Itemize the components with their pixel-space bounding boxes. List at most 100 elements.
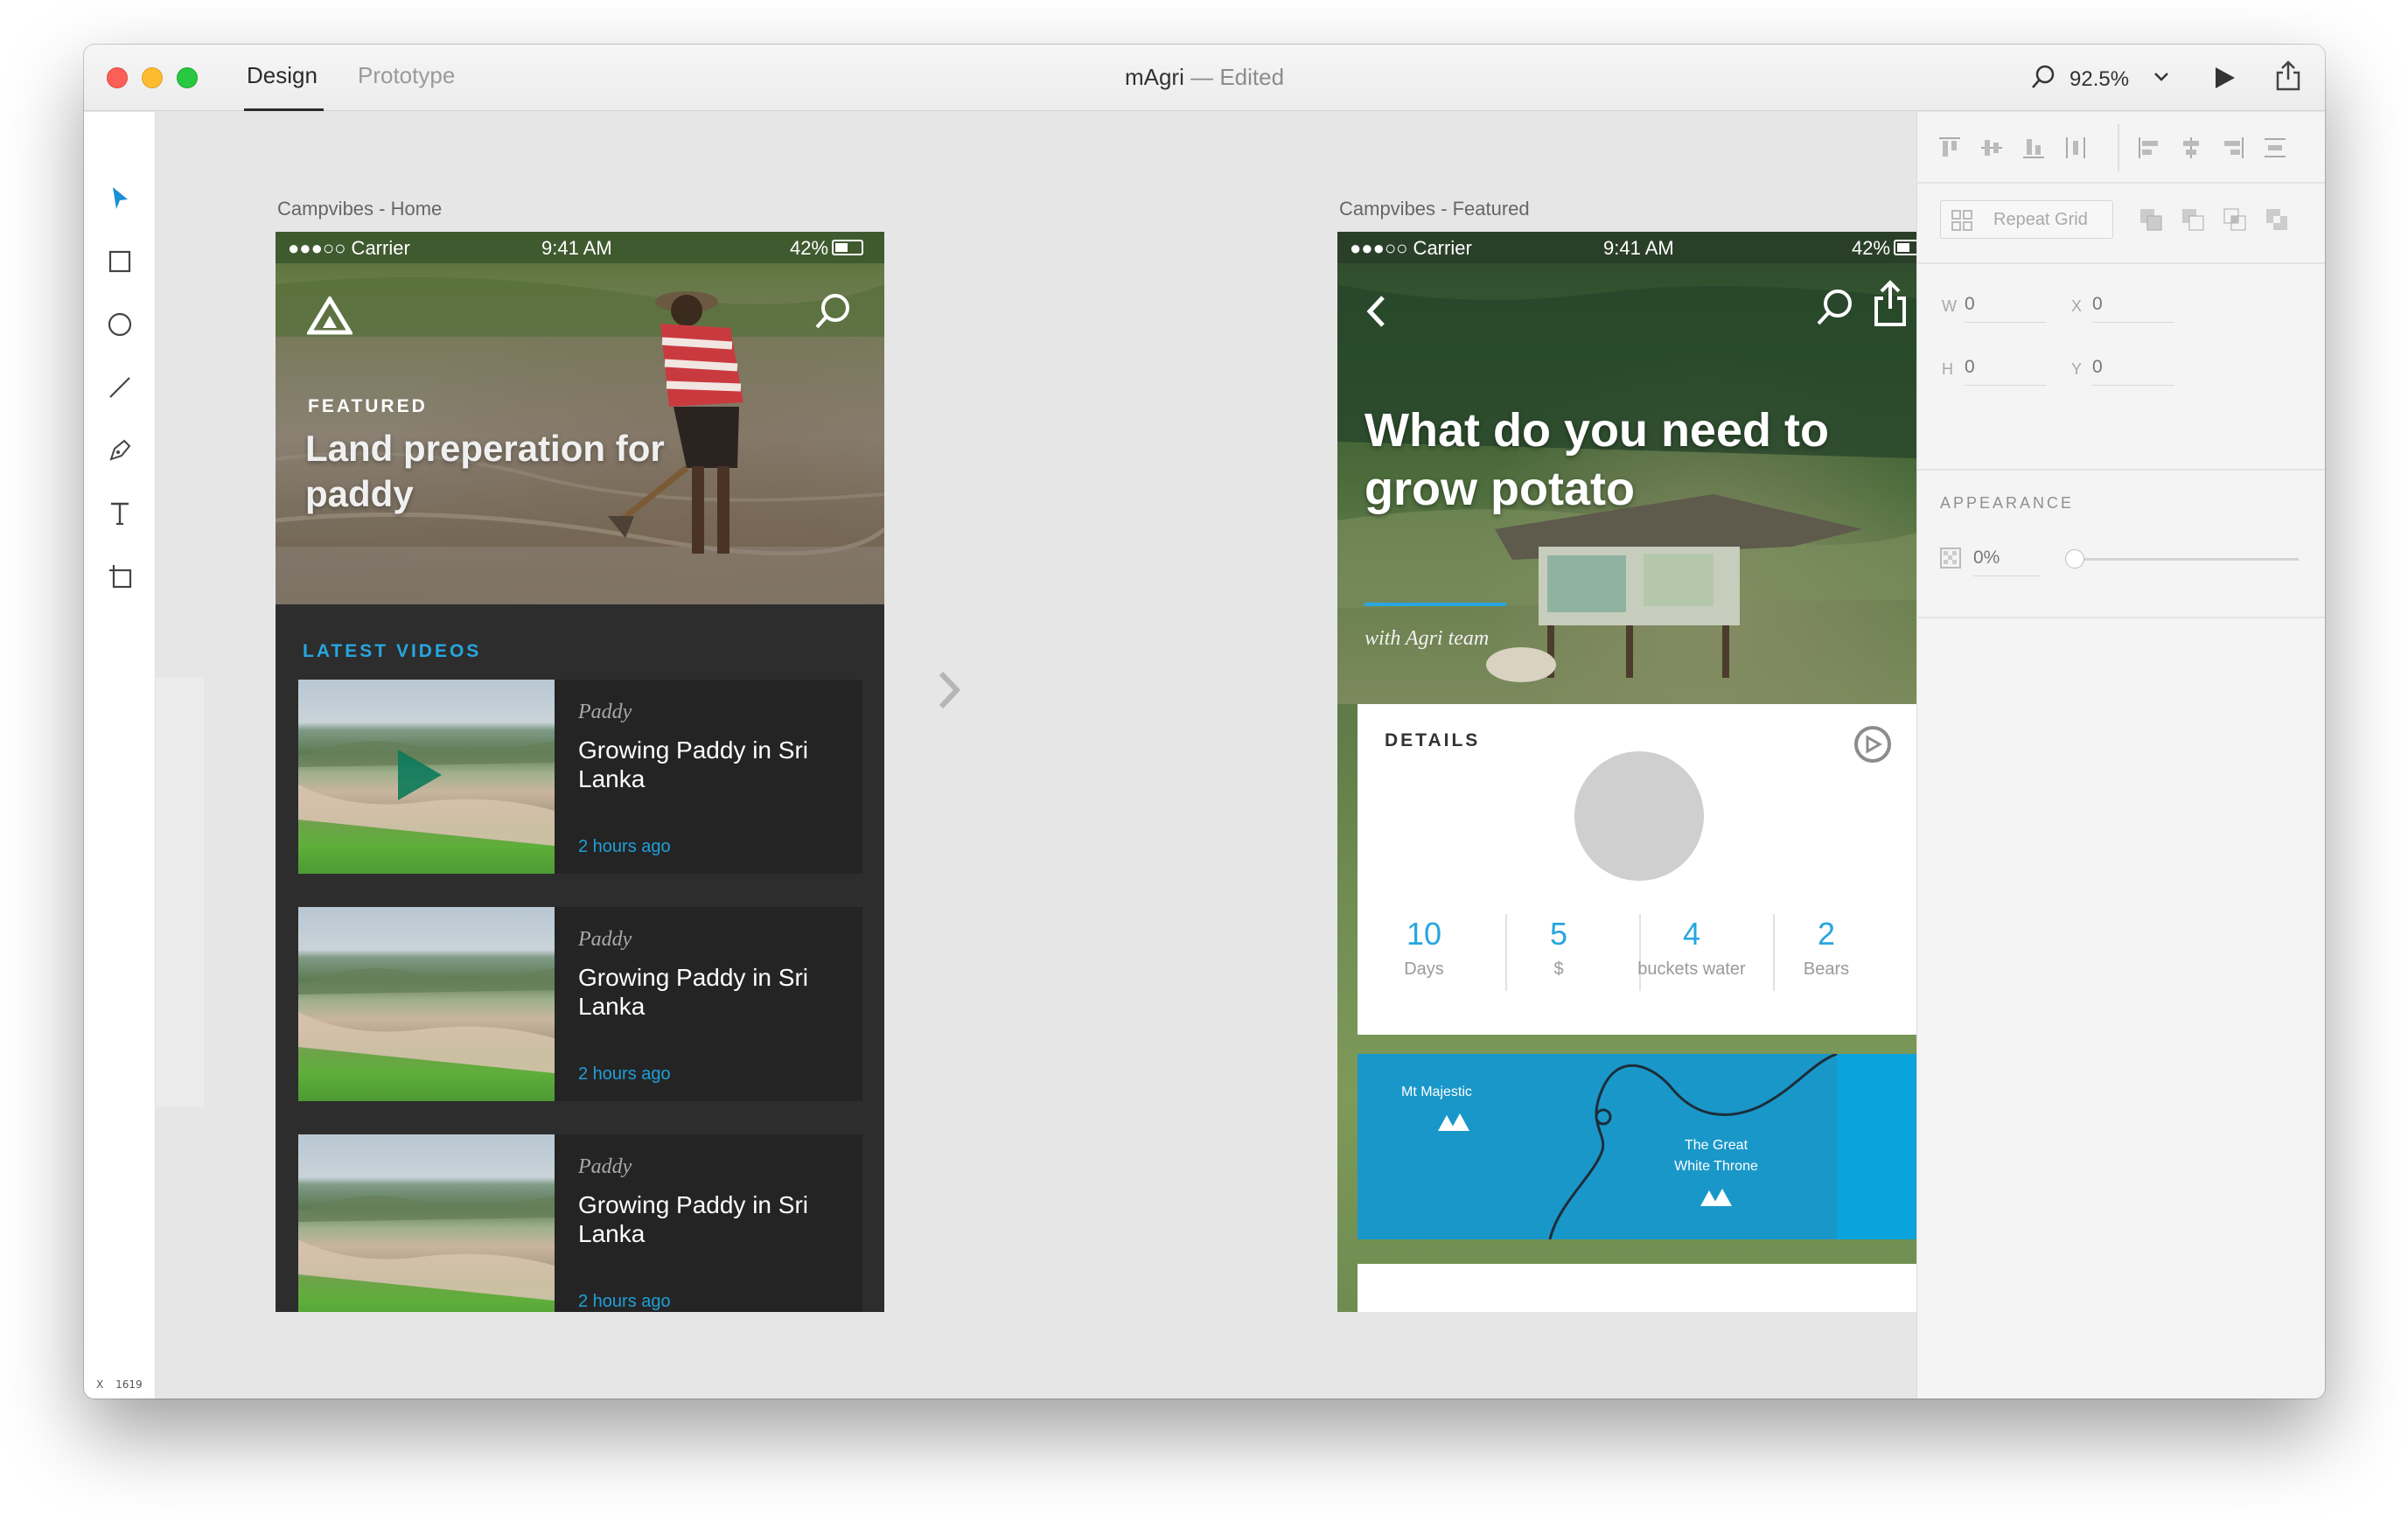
panel-divider [1917,182,2325,184]
chevron-right-icon[interactable] [936,670,962,715]
mountain-icon [1436,1110,1471,1137]
pen-tool-icon[interactable] [103,434,136,467]
boolean-add-icon[interactable] [2138,206,2164,237]
route-map[interactable]: Mt Majestic The Great White Throne [1358,1054,1924,1239]
align-right-icon[interactable] [2220,135,2246,165]
video-card[interactable]: Paddy Growing Paddy in Sri Lanka 2 hours… [298,907,862,1101]
video-thumbnail [298,1134,555,1312]
video-time: 2 hours ago [578,1064,671,1084]
field-underline [2092,322,2174,323]
field-underline [1965,322,2047,323]
battery-text: 42% [1852,237,1891,259]
y-label: Y [2071,360,2083,378]
avatar [1574,751,1704,881]
map-place-line: The Great [1684,1138,1748,1153]
select-tool-icon[interactable] [103,182,136,215]
rectangle-tool-icon[interactable] [103,245,136,278]
height-label: H [1942,360,1953,378]
play-preview-icon[interactable] [2212,66,2237,94]
video-category: Paddy [578,1155,632,1178]
artboard-featured[interactable]: ●●●○○ Carrier 9:41 AM 42% What do you ne… [1337,232,1946,1312]
play-icon[interactable] [396,748,443,806]
design-canvas[interactable]: Campvibes - Home Campvibes - Featured ●●… [156,112,1946,1399]
details-heading: DETAILS [1385,730,1481,750]
featured-headline: What do you need to grow potato [1365,404,1829,515]
artboard-tool-icon[interactable] [103,560,136,593]
byline: with Agri team [1365,627,1490,650]
stat-label: Bears [1803,959,1850,979]
appearance-heading: APPEARANCE [1940,494,2075,512]
distribute-vertical-icon[interactable] [2063,135,2089,165]
search-icon[interactable] [813,291,853,336]
x-field[interactable]: 0 [2092,294,2103,315]
panel-divider [1917,469,2325,471]
text-tool-icon[interactable] [103,497,136,530]
chevron-down-icon[interactable] [2153,71,2170,87]
width-field[interactable]: 0 [1965,294,1975,315]
align-center-icon[interactable] [2178,135,2204,165]
canvas-offscreen-area [156,678,204,1106]
video-time: 2 hours ago [578,1292,671,1311]
carrier-text: ●●●○○ Carrier [1350,237,1472,259]
clock-text: 9:41 AM [1603,237,1674,259]
opacity-field[interactable]: 0% [1973,548,2000,569]
video-title: Growing Paddy in Sri Lanka [578,736,809,792]
artboard-home[interactable]: ●●●○○ Carrier 9:41 AM 42% FEATURED Land … [276,232,884,1312]
opacity-slider-track[interactable] [2073,558,2299,561]
artboard-label-featured[interactable]: Campvibes - Featured [1339,198,1530,220]
video-card[interactable]: Paddy Growing Paddy in Sri Lanka 2 hours… [298,1134,862,1312]
featured-title[interactable]: Land preperation for paddy [305,426,673,517]
video-title: Growing Paddy in Sri Lanka [578,964,809,1020]
stat-label: $ [1553,959,1564,979]
stat-value: 10 [1406,916,1442,952]
line-tool-icon[interactable] [103,371,136,404]
align-top-icon[interactable] [1937,135,1963,165]
width-label: W [1942,297,1957,315]
cursor-x-readout: X 1619 [96,1378,143,1391]
stat-value: 4 [1682,916,1701,952]
opacity-icon [1940,548,1961,573]
stat-days: 10 Days [1358,916,1490,980]
app-window: Design Prototype mAgri — Edited 92.5% X … [84,45,2325,1399]
latest-videos-heading: LATEST VIDEOS [303,641,482,661]
video-category: Paddy [578,928,632,951]
clock-text: 9:41 AM [541,237,612,259]
map-place-label: The Great White Throne [1664,1135,1769,1177]
artboard-label-home[interactable]: Campvibes - Home [277,198,442,220]
compass-icon[interactable] [1852,723,1894,770]
video-card[interactable]: Paddy Growing Paddy in Sri Lanka 2 hours… [298,680,862,874]
carrier-text: ●●●○○ Carrier [288,237,410,259]
align-left-icon[interactable] [2136,135,2162,165]
height-field[interactable]: 0 [1965,357,1975,378]
ellipse-tool-icon[interactable] [103,308,136,341]
share-icon[interactable] [2274,60,2302,96]
boolean-exclude-icon[interactable] [2264,206,2290,237]
boolean-intersect-icon[interactable] [2222,206,2248,237]
distribute-horizontal-icon[interactable] [2262,135,2288,165]
zoom-level[interactable]: 92.5% [2069,67,2129,92]
x-value: 1619 [115,1378,143,1391]
featured-kicker: FEATURED [308,396,428,416]
back-chevron-icon[interactable] [1364,293,1388,334]
opacity-slider-handle[interactable] [2065,549,2084,569]
hero-image: ●●●○○ Carrier 9:41 AM 42% What do you ne… [1337,232,1946,704]
align-middle-icon[interactable] [1979,135,2005,165]
progress-bar [1365,603,1506,606]
zoom-search-icon[interactable] [2030,64,2056,94]
stat-value: 2 [1817,916,1836,952]
y-field[interactable]: 0 [2092,357,2103,378]
field-underline [2092,385,2174,386]
boolean-subtract-icon[interactable] [2180,206,2206,237]
repeat-grid-button[interactable]: Repeat Grid [1940,200,2113,239]
status-bar: ●●●○○ Carrier 9:41 AM 42% [1337,232,1946,263]
map-place-line: White Throne [1674,1159,1758,1174]
stat-bears: 2 Bears [1760,916,1893,980]
stat-water: 4 buckets water [1625,916,1758,980]
stat-label: Days [1404,959,1444,979]
mountain-icon [1699,1185,1734,1212]
tools-toolbar: X 1619 Y -4 [84,112,156,1399]
align-bottom-icon[interactable] [2021,135,2047,165]
document-name: mAgri [1124,64,1184,90]
search-icon[interactable] [1813,286,1855,332]
share-icon[interactable] [1871,279,1909,332]
